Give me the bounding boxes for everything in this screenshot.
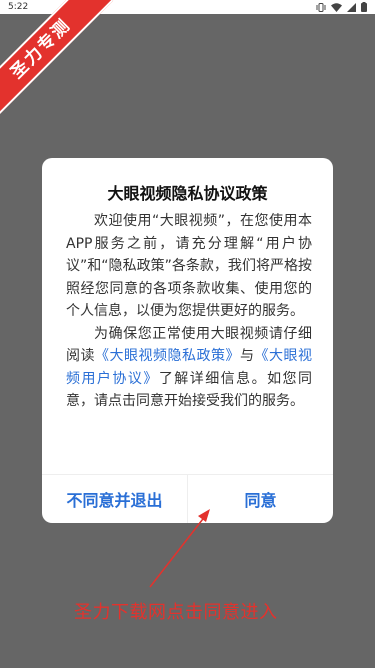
status-time: 5:22 — [8, 2, 29, 12]
dialog-paragraph-2: 为确保您正常使用大眼视频请仔细阅读《大眼视频隐私政策》与《大眼视频用户协议》了解… — [66, 323, 312, 413]
paragraph-2-conjunction: 与 — [240, 348, 255, 364]
battery-icon — [361, 2, 367, 12]
annotation-arrow-icon — [149, 509, 210, 588]
dialog-body: 欢迎使用“大眼视频”，在您使用本APP服务之前，请充分理解“用户协议”和“隐私政… — [66, 210, 312, 413]
dialog-paragraph-1: 欢迎使用“大眼视频”，在您使用本APP服务之前，请充分理解“用户协议”和“隐私政… — [66, 213, 312, 319]
wifi-icon — [331, 2, 342, 12]
signal-icon — [347, 2, 356, 12]
privacy-policy-link[interactable]: 《大眼视频隐私政策》 — [95, 348, 240, 364]
annotation-text: 圣力下载网点击同意进入 — [74, 602, 278, 623]
vibrate-icon — [316, 2, 326, 12]
status-icons — [316, 2, 367, 12]
privacy-dialog: 大眼视频隐私协议政策 欢迎使用“大眼视频”，在您使用本APP服务之前，请充分理解… — [42, 158, 333, 523]
dialog-title: 大眼视频隐私协议政策 — [107, 184, 268, 203]
watermark-ribbon: 圣力专测 — [0, 0, 114, 122]
